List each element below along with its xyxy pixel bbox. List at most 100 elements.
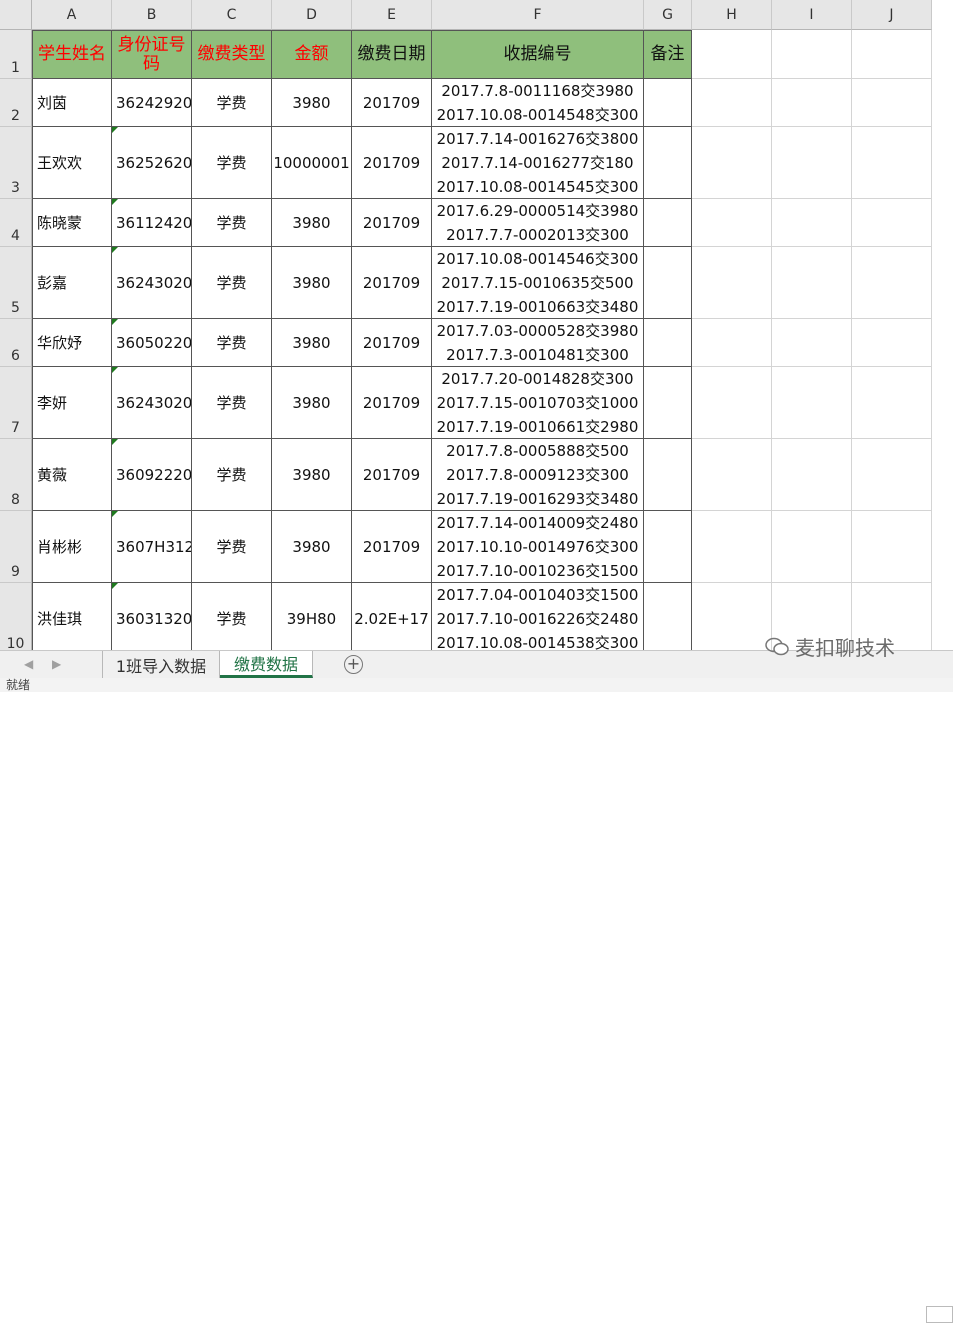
- row-header-10[interactable]: 10: [0, 583, 32, 650]
- type-cell[interactable]: 学费: [192, 439, 272, 511]
- select-all-corner[interactable]: [0, 0, 32, 30]
- empty-cell[interactable]: [772, 439, 852, 511]
- empty-cell[interactable]: [852, 511, 932, 583]
- empty-cell[interactable]: [692, 367, 772, 439]
- row-header-6[interactable]: 6: [0, 319, 32, 367]
- empty-cell[interactable]: [772, 199, 852, 247]
- type-cell[interactable]: 学费: [192, 199, 272, 247]
- column-header-a[interactable]: A: [32, 0, 112, 30]
- amount-cell[interactable]: 3980: [272, 79, 352, 127]
- column-header-b[interactable]: B: [112, 0, 192, 30]
- date-cell[interactable]: 201709: [352, 127, 432, 199]
- amount-cell[interactable]: 3980: [272, 247, 352, 319]
- header-cell[interactable]: 学生姓名: [32, 30, 112, 79]
- row-header-4[interactable]: 4: [0, 199, 32, 247]
- empty-cell[interactable]: [692, 583, 772, 650]
- empty-cell[interactable]: [692, 30, 772, 79]
- plus-circle-icon[interactable]: +: [344, 655, 363, 674]
- column-header-f[interactable]: F: [432, 0, 644, 30]
- empty-cell[interactable]: [772, 367, 852, 439]
- note-cell[interactable]: [644, 127, 692, 199]
- name-cell[interactable]: 李妍: [32, 367, 112, 439]
- note-cell[interactable]: [644, 79, 692, 127]
- name-cell[interactable]: 陈晓蒙: [32, 199, 112, 247]
- id-cell[interactable]: 36243020(: [112, 247, 192, 319]
- column-header-e[interactable]: E: [352, 0, 432, 30]
- empty-cell[interactable]: [772, 511, 852, 583]
- type-cell[interactable]: 学费: [192, 247, 272, 319]
- empty-cell[interactable]: [692, 319, 772, 367]
- name-cell[interactable]: 彭嘉: [32, 247, 112, 319]
- prev-sheet-icon[interactable]: ◀: [24, 657, 33, 671]
- empty-cell[interactable]: [852, 439, 932, 511]
- amount-cell[interactable]: 3980: [272, 367, 352, 439]
- id-cell[interactable]: 36252620(: [112, 127, 192, 199]
- id-cell[interactable]: 36092220(: [112, 439, 192, 511]
- row-header-1[interactable]: 1: [0, 30, 32, 79]
- note-cell[interactable]: [644, 367, 692, 439]
- receipt-cell[interactable]: 2017.6.29-0000514交3980 2017.7.7-0002013交3…: [432, 199, 644, 247]
- name-cell[interactable]: 刘茵: [32, 79, 112, 127]
- receipt-cell[interactable]: 2017.7.8-0005888交500 2017.7.8-0009123交300…: [432, 439, 644, 511]
- empty-cell[interactable]: [772, 247, 852, 319]
- empty-cell[interactable]: [852, 319, 932, 367]
- note-cell[interactable]: [644, 199, 692, 247]
- date-cell[interactable]: 201709: [352, 79, 432, 127]
- column-header-g[interactable]: G: [644, 0, 692, 30]
- name-cell[interactable]: 洪佳琪: [32, 583, 112, 650]
- amount-cell[interactable]: 3980: [272, 511, 352, 583]
- type-cell[interactable]: 学费: [192, 79, 272, 127]
- id-cell[interactable]: 36243020(: [112, 367, 192, 439]
- name-cell[interactable]: 华欣妤: [32, 319, 112, 367]
- empty-cell[interactable]: [692, 247, 772, 319]
- type-cell[interactable]: 学费: [192, 319, 272, 367]
- empty-cell[interactable]: [692, 199, 772, 247]
- date-cell[interactable]: 201709: [352, 439, 432, 511]
- row-header-9[interactable]: 9: [0, 511, 32, 583]
- name-cell[interactable]: 肖彬彬: [32, 511, 112, 583]
- id-cell[interactable]: 3607H312(: [112, 511, 192, 583]
- amount-cell[interactable]: 3980: [272, 319, 352, 367]
- note-cell[interactable]: [644, 439, 692, 511]
- name-cell[interactable]: 黄薇: [32, 439, 112, 511]
- horizontal-scrollbar[interactable]: [926, 1306, 953, 1323]
- note-cell[interactable]: [644, 583, 692, 650]
- note-cell[interactable]: [644, 247, 692, 319]
- empty-cell[interactable]: [772, 127, 852, 199]
- column-header-j[interactable]: J: [852, 0, 932, 30]
- amount-cell[interactable]: 10000001: [272, 127, 352, 199]
- empty-cell[interactable]: [852, 199, 932, 247]
- row-header-3[interactable]: 3: [0, 127, 32, 199]
- type-cell[interactable]: 学费: [192, 511, 272, 583]
- date-cell[interactable]: 201709: [352, 511, 432, 583]
- receipt-cell[interactable]: 2017.7.03-0000528交3980 2017.7.3-0010481交3…: [432, 319, 644, 367]
- row-header-7[interactable]: 7: [0, 367, 32, 439]
- sheet-tab-class1-import[interactable]: 1班导入数据: [102, 651, 220, 678]
- receipt-cell[interactable]: 2017.7.04-0010403交1500 2017.7.10-0016226交…: [432, 583, 644, 650]
- column-header-h[interactable]: H: [692, 0, 772, 30]
- next-sheet-icon[interactable]: ▶: [52, 657, 61, 671]
- type-cell[interactable]: 学费: [192, 127, 272, 199]
- receipt-cell[interactable]: 2017.10.08-0014546交300 2017.7.15-0010635交…: [432, 247, 644, 319]
- receipt-cell[interactable]: 2017.7.14-0014009交2480 2017.10.10-0014976…: [432, 511, 644, 583]
- header-cell[interactable]: 缴费日期: [352, 30, 432, 79]
- date-cell[interactable]: 2.02E+17: [352, 583, 432, 650]
- type-cell[interactable]: 学费: [192, 583, 272, 650]
- empty-cell[interactable]: [772, 79, 852, 127]
- id-cell[interactable]: 36031320(: [112, 583, 192, 650]
- empty-cell[interactable]: [852, 247, 932, 319]
- column-header-c[interactable]: C: [192, 0, 272, 30]
- receipt-cell[interactable]: 2017.7.8-0011168交3980 2017.10.08-0014548交…: [432, 79, 644, 127]
- header-cell[interactable]: 金额: [272, 30, 352, 79]
- note-cell[interactable]: [644, 511, 692, 583]
- row-header-5[interactable]: 5: [0, 247, 32, 319]
- header-cell[interactable]: 收据编号: [432, 30, 644, 79]
- row-header-8[interactable]: 8: [0, 439, 32, 511]
- amount-cell[interactable]: 39H80: [272, 583, 352, 650]
- id-cell[interactable]: 36242920X: [112, 79, 192, 127]
- empty-cell[interactable]: [852, 79, 932, 127]
- date-cell[interactable]: 201709: [352, 367, 432, 439]
- sheet-tab-fee-data[interactable]: 缴费数据: [220, 651, 313, 678]
- empty-cell[interactable]: [692, 439, 772, 511]
- empty-cell[interactable]: [692, 511, 772, 583]
